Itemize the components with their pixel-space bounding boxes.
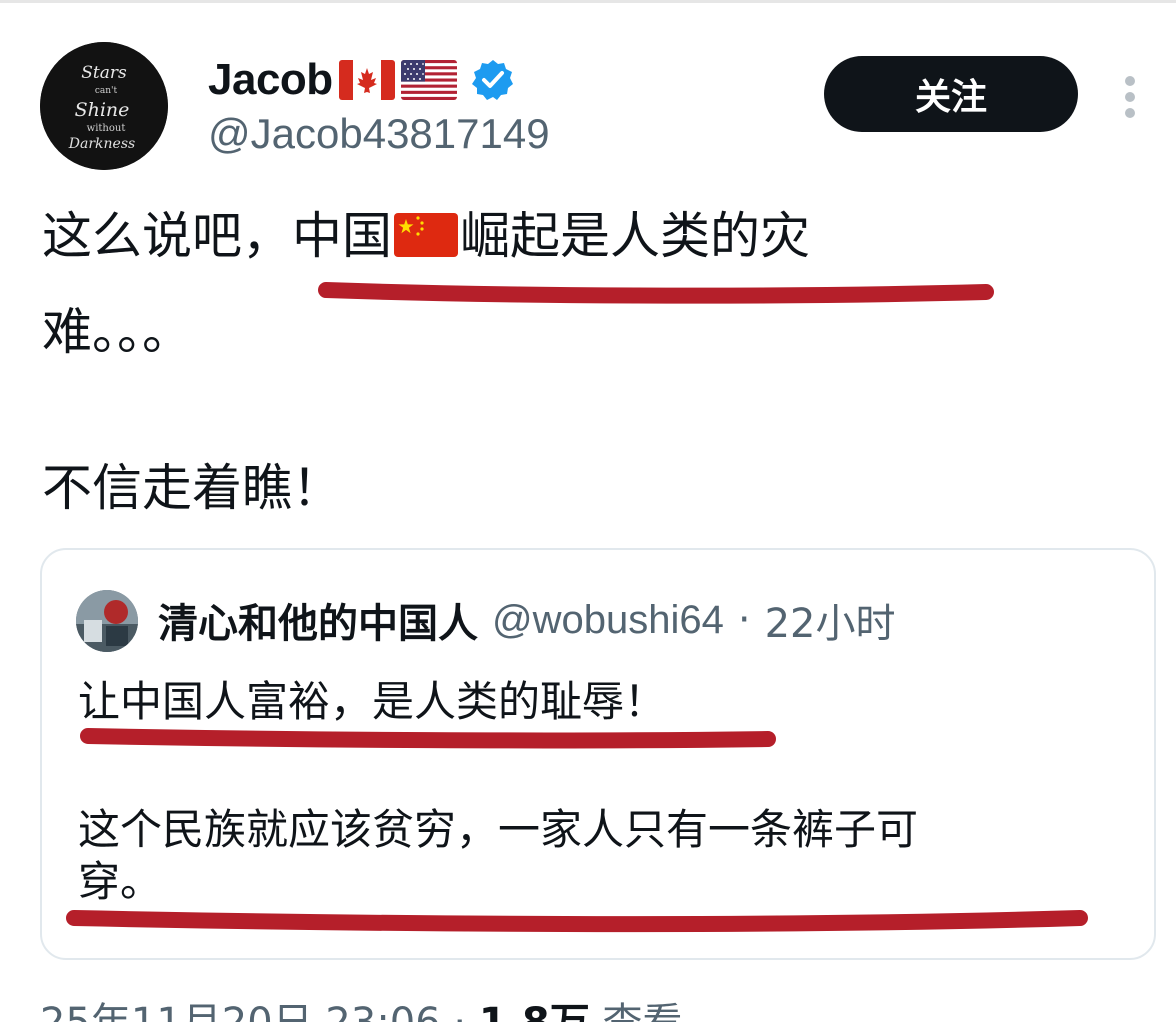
tweet-text-segment: 崛起是人类的灾 (460, 207, 810, 265)
verified-badge-icon (471, 58, 515, 102)
author-display-name[interactable]: Jacob (208, 55, 333, 105)
quoted-text-line-3: 穿。 (78, 857, 163, 906)
avatar-text-5: Darkness (68, 136, 135, 152)
author-handle[interactable]: @Jacob43817149 (208, 110, 550, 158)
views-label: 查看 (602, 1000, 682, 1022)
avatar-text-4: without (87, 123, 126, 134)
quoted-text-line-1: 让中国人富裕，是人类的耻辱！ (78, 677, 667, 726)
tweet-time[interactable]: 23:06 (325, 1000, 440, 1022)
separator-dot: · (737, 597, 751, 643)
quoted-author-handle[interactable]: @wobushi64 (492, 598, 724, 643)
more-options-icon[interactable] (1118, 72, 1142, 120)
separator-dot: · (453, 1000, 466, 1022)
tweet-text-line-1: 这么说吧，中国 崛起是人类的灾 (42, 206, 810, 266)
tweet-date[interactable]: 25年11月20日 (40, 1000, 313, 1022)
quoted-author-avatar[interactable] (76, 590, 138, 652)
quoted-text-line-2: 这个民族就应该贫穷，一家人只有一条裤子可 (78, 805, 919, 854)
underline-tweet (318, 282, 994, 304)
author-avatar[interactable]: Stars can't Shine without Darkness (40, 42, 168, 170)
avatar-text-2: can't (95, 86, 118, 96)
tweet-screen: Stars can't Shine without Darkness Jacob (0, 0, 1176, 1022)
usa-flag-icon (400, 60, 457, 100)
follow-button[interactable]: 关注 (824, 56, 1078, 132)
canada-flag-icon (338, 60, 395, 100)
tweet-meta: 25年11月20日 23:06 · 1.8万 查看 (40, 990, 682, 1022)
quoted-tweet-header: 清心和他的中国人 @wobushi64 · 22小时 (158, 590, 895, 650)
china-flag-icon (394, 213, 458, 257)
tweet-text-line-3: 不信走着瞧！ (42, 459, 342, 517)
tweet-text-line-2: 难。。。 (42, 303, 192, 361)
quoted-tweet-time[interactable]: 22小时 (765, 591, 896, 649)
author-name-row[interactable]: Jacob (208, 52, 515, 108)
tweet-text-segment: 中国 (292, 207, 392, 265)
top-divider (0, 0, 1176, 3)
avatar-text-3: Shine (75, 99, 130, 121)
views-count: 1.8万 (479, 1000, 590, 1022)
quoted-author-name[interactable]: 清心和他的中国人 (158, 591, 478, 649)
tweet-text-segment: 这么说吧， (42, 207, 292, 265)
avatar-text-1: Stars (81, 63, 127, 83)
avatar-art: Stars can't Shine without Darkness (40, 42, 168, 170)
